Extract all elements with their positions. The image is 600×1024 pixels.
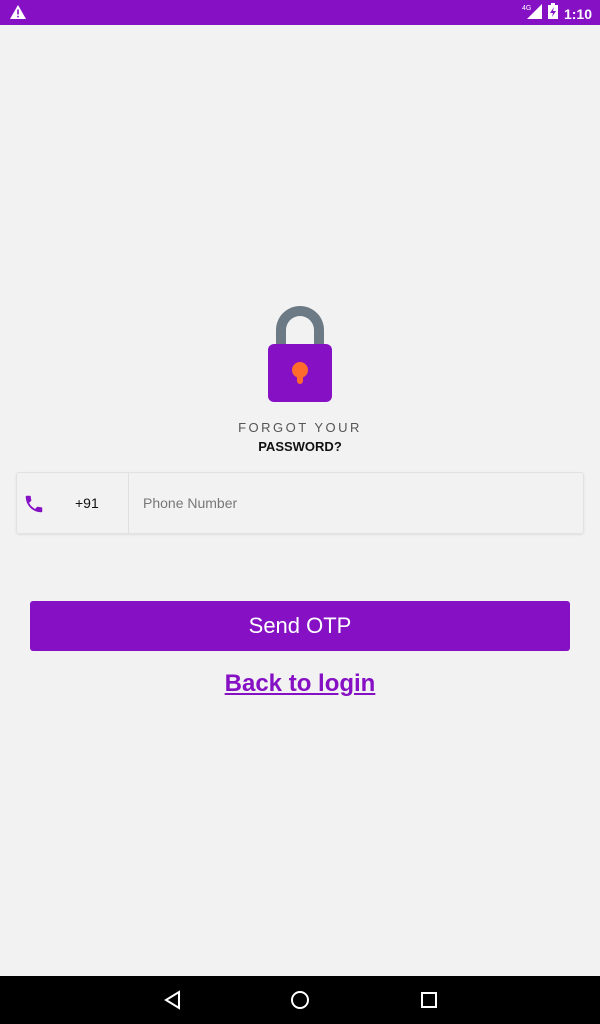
- back-icon[interactable]: [162, 989, 184, 1016]
- phone-number-field: +91: [16, 472, 584, 534]
- heading-line2: PASSWORD?: [258, 439, 342, 454]
- svg-text:4G: 4G: [522, 5, 531, 12]
- battery-charging-icon: [547, 3, 558, 24]
- recents-icon[interactable]: [418, 989, 440, 1016]
- status-bar: 4G 1:10: [0, 0, 600, 25]
- country-code[interactable]: +91: [75, 495, 99, 511]
- back-to-login-link[interactable]: Back to login: [0, 670, 600, 698]
- phone-number-input[interactable]: [135, 481, 581, 525]
- status-time: 1:10: [563, 5, 592, 22]
- phone-icon: [23, 493, 45, 515]
- home-icon[interactable]: [289, 989, 311, 1016]
- field-divider: [128, 473, 129, 533]
- heading-line1: FORGOT YOUR: [238, 420, 362, 435]
- send-otp-button[interactable]: Send OTP: [30, 601, 570, 651]
- signal-icon: 4G: [522, 3, 542, 24]
- warning-icon: [10, 5, 26, 24]
- navigation-bar: [0, 976, 600, 1024]
- padlock-icon: [266, 300, 334, 404]
